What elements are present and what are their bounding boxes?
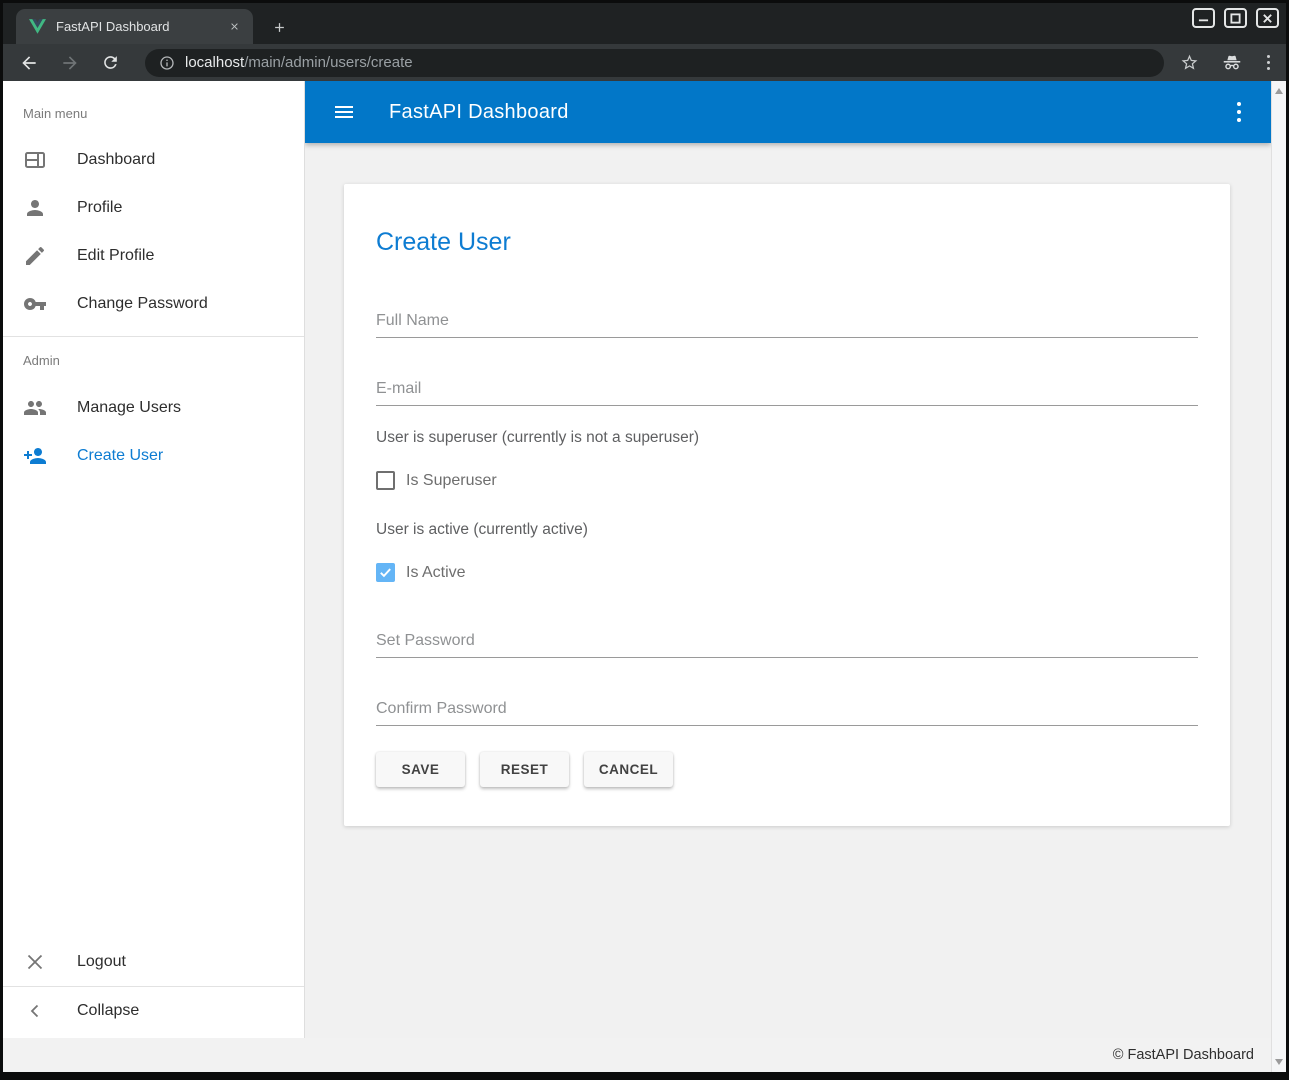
browser-menu-icon[interactable] [1265,55,1272,70]
confirm-password-input[interactable] [376,699,1198,726]
window-controls [1192,8,1279,28]
group-icon [23,396,47,420]
page-viewport: Main menu Dashboard Profile Edit Profile… [3,81,1286,1072]
url-host: localhost [185,54,244,71]
page-footer: © FastAPI Dashboard [3,1038,1271,1072]
sidebar-item-label: Create User [77,447,163,465]
site-info-icon[interactable] [159,55,175,71]
sidebar-item-edit-profile[interactable]: Edit Profile [3,232,304,280]
reload-button-icon[interactable] [101,53,120,72]
full-name-field [376,311,1198,338]
app-menu-kebab-icon[interactable] [1235,100,1243,124]
sidebar-item-collapse[interactable]: Collapse [3,987,304,1035]
sidebar-section-admin: Admin [3,337,304,384]
main-area: FastAPI Dashboard Create User User is su… [305,81,1271,1038]
window-minimize-button[interactable] [1192,8,1215,28]
sidebar-item-change-password[interactable]: Change Password [3,280,304,328]
set-password-input[interactable] [376,631,1198,658]
sidebar-item-label: Dashboard [77,151,155,169]
bookmark-star-icon[interactable] [1180,53,1199,72]
form-title: Create User [376,228,1198,257]
sidebar-item-label: Manage Users [77,399,181,417]
tab-close-icon[interactable] [225,18,243,36]
window-maximize-button[interactable] [1224,8,1247,28]
chevron-left-icon [23,999,47,1023]
superuser-checkbox-row[interactable]: Is Superuser [376,471,1198,490]
active-hint: User is active (currently active) [376,520,1198,539]
sidebar-item-profile[interactable]: Profile [3,184,304,232]
url-path: /main/admin/users/create [244,54,412,71]
superuser-checkbox-label: Is Superuser [406,472,497,490]
new-tab-button[interactable] [266,14,292,40]
sidebar-item-label: Profile [77,199,122,217]
url-text: localhost/main/admin/users/create [185,54,413,71]
hamburger-menu-icon[interactable] [332,100,356,124]
sidebar-item-label: Collapse [77,1002,139,1020]
dashboard-icon [23,148,47,172]
sidebar-item-label: Change Password [77,295,208,313]
active-checkbox-row[interactable]: Is Active [376,563,1198,582]
key-icon [23,292,47,316]
sidebar-item-logout[interactable]: Logout [3,938,304,986]
browser-tab[interactable]: FastAPI Dashboard [16,9,253,44]
sidebar-section-main-menu: Main menu [3,81,304,136]
sidebar-item-label: Logout [77,953,126,971]
active-checkbox-checked-icon[interactable] [376,563,395,582]
close-x-icon [23,950,47,974]
full-name-input[interactable] [376,311,1198,338]
sidebar-item-label: Edit Profile [77,247,154,265]
back-button-icon[interactable] [19,53,39,73]
reset-button[interactable]: RESET [480,752,569,787]
copyright-text: © FastAPI Dashboard [1113,1047,1254,1063]
superuser-hint: User is superuser (currently is not a su… [376,428,1198,447]
window-close-button[interactable] [1256,8,1279,28]
form-buttons: SAVE RESET CANCEL [376,752,1198,787]
set-password-field [376,631,1198,658]
person-add-icon [23,444,47,468]
forward-button-icon[interactable] [60,53,80,73]
app-title: FastAPI Dashboard [389,101,1235,124]
pencil-icon [23,244,47,268]
sidebar-bottom: Logout Collapse [3,938,304,1038]
confirm-password-field [376,699,1198,726]
browser-titlebar: FastAPI Dashboard [3,3,1286,44]
email-field [376,379,1198,406]
person-icon [23,196,47,220]
scrollbar-down-arrow-icon[interactable] [1275,1059,1283,1065]
incognito-icon [1221,52,1243,74]
sidebar-item-create-user[interactable]: Create User [3,432,304,480]
sidebar-item-dashboard[interactable]: Dashboard [3,136,304,184]
tab-title: FastAPI Dashboard [56,19,225,34]
toolbar-right-icons [1180,52,1272,74]
scrollbar-up-arrow-icon[interactable] [1275,88,1283,94]
active-checkbox-label: Is Active [406,564,466,582]
create-user-card: Create User User is superuser (currently… [344,184,1230,826]
app-toolbar: FastAPI Dashboard [305,81,1271,143]
address-bar[interactable]: localhost/main/admin/users/create [145,49,1164,77]
superuser-checkbox-unchecked-icon[interactable] [376,471,395,490]
vue-favicon-icon [29,19,46,34]
browser-toolbar: localhost/main/admin/users/create [3,44,1286,81]
sidebar: Main menu Dashboard Profile Edit Profile… [3,81,305,1038]
email-input[interactable] [376,379,1198,406]
sidebar-item-manage-users[interactable]: Manage Users [3,384,304,432]
save-button[interactable]: SAVE [376,752,465,787]
cancel-button[interactable]: CANCEL [584,752,673,787]
vertical-scrollbar[interactable] [1271,81,1286,1072]
